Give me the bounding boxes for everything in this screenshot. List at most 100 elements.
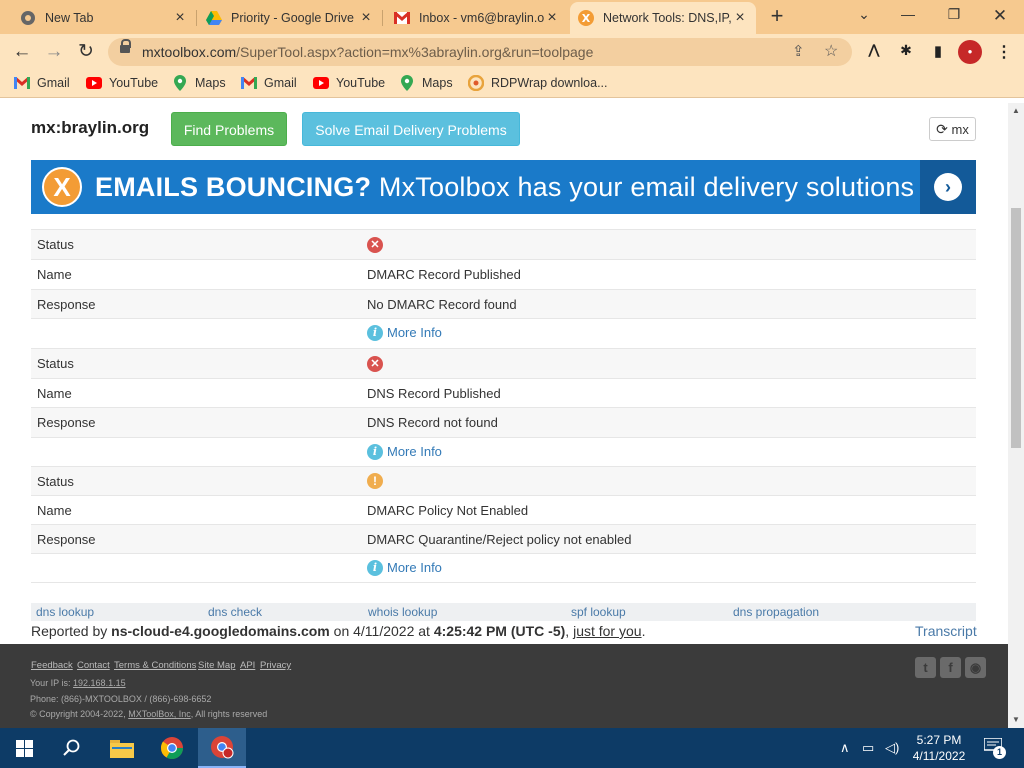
new-tab-button[interactable]: +	[766, 5, 788, 28]
footer-link-api[interactable]: API	[240, 660, 255, 671]
forward-button[interactable]: →	[42, 40, 66, 64]
close-tab-icon[interactable]: ×	[358, 9, 374, 27]
notification-badge: 1	[993, 746, 1006, 759]
tab-gmail-inbox[interactable]: Inbox - vm6@braylin.o ×	[386, 2, 568, 34]
clock-date: 4/11/2022	[912, 749, 966, 763]
result-name: DMARC Record Published	[367, 267, 521, 282]
rdpwrap-icon	[468, 75, 484, 91]
address-bar[interactable]: mxtoolbox.com/SuperTool.aspx?action=mx%3…	[108, 38, 852, 66]
share-icon[interactable]: ⇪	[792, 42, 805, 60]
bookmark-star-icon[interactable]: ☆	[824, 41, 838, 61]
minimize-button[interactable]: —	[894, 6, 922, 26]
whois-lookup-link[interactable]: whois lookup	[368, 605, 437, 619]
transcript-link[interactable]: Transcript	[915, 623, 977, 639]
extension-icon[interactable]: ⋀	[864, 42, 884, 62]
reload-button[interactable]: ↻	[74, 40, 98, 64]
reported-by-text: Reported by ns-cloud-e4.googledomains.co…	[31, 623, 646, 639]
footer-link-feedback[interactable]: Feedback	[31, 660, 73, 671]
clock-time: 5:27 PM	[916, 733, 962, 747]
error-icon: ✕	[367, 355, 383, 372]
tab-google-drive[interactable]: Priority - Google Drive ×	[198, 2, 382, 34]
close-tab-icon[interactable]: ×	[172, 9, 188, 27]
emails-bouncing-banner[interactable]: X EMAILS BOUNCING? MxToolbox has your em…	[31, 160, 976, 214]
svg-text:X: X	[582, 12, 591, 25]
result-response: DMARC Quarantine/Reject policy not enabl…	[367, 532, 632, 547]
restore-button[interactable]: ❐	[940, 6, 968, 26]
result-row-name: Name DMARC Policy Not Enabled	[31, 495, 976, 525]
just-for-you-link[interactable]: just for you	[573, 623, 641, 639]
volume-icon[interactable]: ◁)	[885, 740, 899, 756]
bookmark-gmail-2[interactable]: Gmail	[241, 76, 297, 90]
status-label: Status	[37, 237, 74, 252]
scroll-down-icon[interactable]: ▼	[1012, 715, 1020, 724]
windows-taskbar: ∧ ▭ ◁) 5:27 PM 4/11/2022 1	[0, 728, 1024, 768]
close-window-button[interactable]: ✕	[986, 6, 1014, 26]
facebook-icon[interactable]: f	[940, 657, 961, 678]
dns-lookup-link[interactable]: dns lookup	[36, 605, 94, 619]
chrome-profile-taskbar-icon[interactable]	[198, 728, 246, 768]
lock-icon	[120, 39, 131, 53]
twitter-icon[interactable]: t	[915, 657, 936, 678]
more-info-link[interactable]: i More Info	[367, 443, 442, 460]
find-problems-button[interactable]: Find Problems	[171, 112, 287, 146]
result-name: DMARC Policy Not Enabled	[367, 503, 529, 518]
more-info-link[interactable]: i More Info	[367, 559, 442, 576]
chrome-taskbar-icon[interactable]	[148, 728, 196, 768]
notification-icon[interactable]: 1	[983, 737, 1006, 759]
solve-email-delivery-button[interactable]: Solve Email Delivery Problems	[302, 112, 520, 146]
info-icon: i	[367, 443, 383, 460]
spf-lookup-link[interactable]: spf lookup	[571, 605, 626, 619]
dns-propagation-link[interactable]: dns propagation	[733, 605, 819, 619]
footer-link-sitemap[interactable]: Site Map	[198, 660, 236, 671]
bookmark-maps-2[interactable]: Maps	[399, 75, 453, 91]
warning-icon: !	[367, 473, 383, 489]
bookmark-gmail[interactable]: Gmail	[14, 76, 70, 90]
tab-title: New Tab	[45, 11, 94, 25]
puzzle-icon[interactable]: ✱	[896, 42, 916, 62]
tab-title: Priority - Google Drive	[231, 11, 354, 25]
footer-link-terms[interactable]: Terms & Conditions	[114, 660, 196, 671]
network-icon[interactable]: ▭	[862, 740, 874, 756]
footer-link-contact[interactable]: Contact	[77, 660, 110, 671]
search-icon[interactable]	[48, 728, 96, 768]
close-tab-icon[interactable]: ×	[732, 9, 748, 27]
side-panel-icon[interactable]: ▮	[928, 42, 948, 62]
chevron-right-icon: ›	[934, 173, 962, 201]
scrollbar-thumb[interactable]	[1011, 208, 1021, 448]
result-row-status: Status ✕	[31, 348, 976, 378]
info-icon: i	[367, 559, 383, 576]
tab-strip: New Tab × Priority - Google Drive × Inbo…	[0, 0, 1024, 34]
chevron-up-icon[interactable]: ∧	[840, 740, 850, 756]
banner-arrow-button[interactable]: ›	[920, 160, 976, 214]
tab-new-tab[interactable]: New Tab ×	[12, 2, 196, 34]
rss-icon[interactable]: ◉	[965, 657, 986, 678]
close-tab-icon[interactable]: ×	[544, 9, 560, 27]
bookmark-rdpwrap[interactable]: RDPWrap downloa...	[468, 75, 608, 91]
system-clock[interactable]: 5:27 PM 4/11/2022	[900, 732, 978, 764]
profile-avatar[interactable]: ●	[958, 40, 982, 64]
footer-link-privacy[interactable]: Privacy	[260, 660, 291, 671]
dns-check-link[interactable]: dns check	[208, 605, 262, 619]
scroll-up-icon[interactable]: ▲	[1012, 106, 1020, 115]
page-scrollbar[interactable]: ▲ ▼	[1008, 103, 1024, 728]
url-text[interactable]: mxtoolbox.com/SuperTool.aspx?action=mx%3…	[142, 44, 593, 60]
file-explorer-icon[interactable]	[98, 728, 146, 768]
tab-search-icon[interactable]: ⌄	[850, 6, 878, 26]
footer-copyright: © Copyright 2004-2022, MXToolBox, Inc, A…	[30, 709, 268, 719]
result-row-more-info: i More Info	[31, 553, 976, 583]
bookmark-youtube[interactable]: YouTube	[86, 76, 158, 90]
bookmark-youtube-2[interactable]: YouTube	[313, 76, 385, 90]
result-row-status: Status ✕	[31, 229, 976, 259]
response-label: Response	[37, 532, 96, 547]
tab-network-tools[interactable]: X Network Tools: DNS,IP, ×	[570, 2, 756, 34]
more-info-link[interactable]: i More Info	[367, 324, 442, 341]
tab-title: Network Tools: DNS,IP,	[603, 11, 732, 25]
menu-icon[interactable]: ⋮	[994, 42, 1014, 62]
refresh-mx-button[interactable]: ⟳ mx	[929, 117, 976, 141]
result-row-response: Response DNS Record not found	[31, 407, 976, 437]
bookmark-maps[interactable]: Maps	[172, 75, 226, 91]
windows-start-icon[interactable]	[0, 728, 48, 768]
name-label: Name	[37, 386, 72, 401]
back-button[interactable]: ←	[10, 40, 34, 64]
footer-phone: Phone: (866)-MXTOOLBOX / (866)-698-6652	[30, 694, 212, 704]
